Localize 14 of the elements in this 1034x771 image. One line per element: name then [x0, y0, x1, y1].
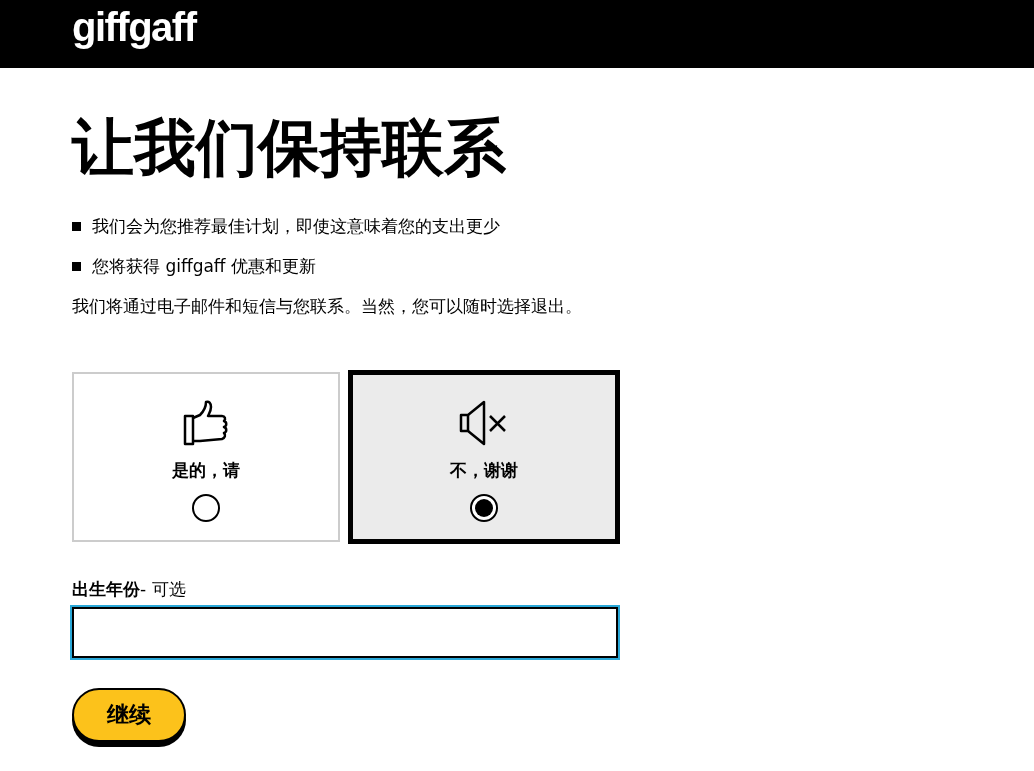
thumbs-up-icon — [182, 399, 230, 448]
choice-card[interactable]: 是的，请 — [72, 372, 340, 543]
bullet-text: 您将获得 giffgaff 优惠和更新 — [92, 255, 316, 279]
page-heading: 让我们保持联系 — [72, 114, 507, 183]
bullet-icon — [72, 261, 81, 271]
radio-button[interactable] — [192, 494, 220, 523]
field-label: 出生年份- 可选 — [72, 578, 187, 602]
bullet-icon — [72, 221, 81, 231]
input-field[interactable] — [72, 607, 618, 659]
logo[interactable]: giffgaff — [72, 7, 196, 47]
contact-note: 我们将通过电子邮件和短信与您联系。当然，您可以随时选择退出。 — [72, 295, 583, 319]
radio-button[interactable] — [470, 494, 498, 523]
choice-card[interactable]: 不，谢谢 — [348, 370, 620, 545]
bullet-text: 我们会为您推荐最佳计划，即使这意味着您的支出更少 — [92, 215, 500, 239]
